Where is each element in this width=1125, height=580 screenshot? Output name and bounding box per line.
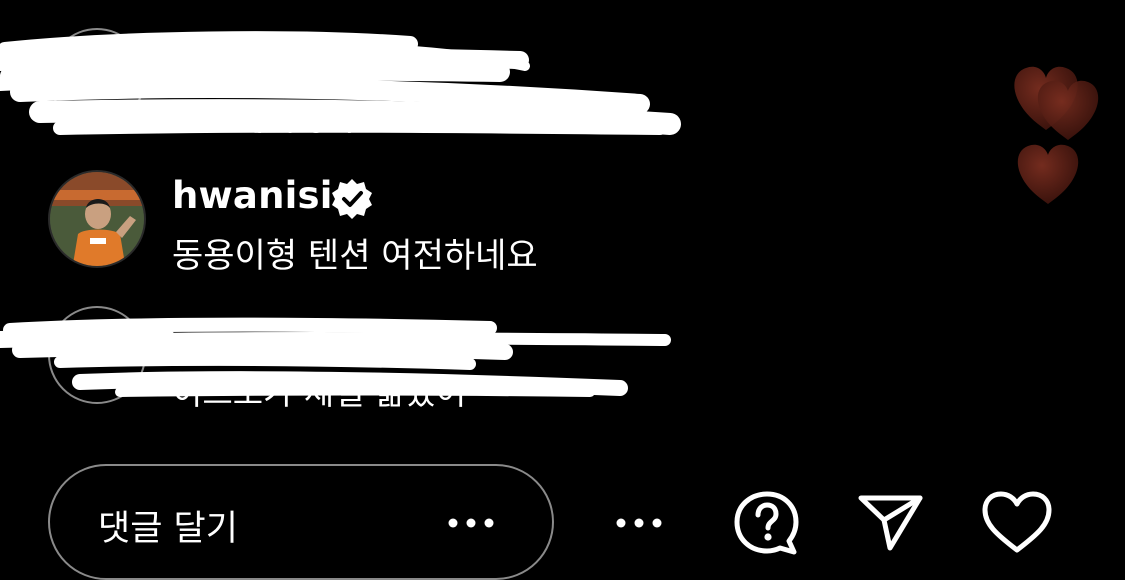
heart-icon[interactable] — [980, 490, 1054, 556]
redaction-scribble-top — [0, 31, 681, 135]
comment-username[interactable]: hwanisi — [172, 174, 333, 217]
verified-badge-icon — [332, 179, 372, 219]
comment-input[interactable]: 댓글 달기 — [48, 464, 554, 580]
more-icon[interactable] — [446, 508, 496, 538]
question-bubble-icon[interactable] — [732, 490, 802, 558]
comment-text: 동용이형 텐션 여전하네요 — [172, 236, 538, 276]
send-icon[interactable] — [856, 490, 926, 554]
redaction-scribble-bottom — [0, 317, 671, 397]
avatar-hwanisi[interactable] — [48, 170, 146, 268]
more-options-icon[interactable] — [614, 508, 664, 538]
comment-input-placeholder: 댓글 달기 — [98, 509, 238, 549]
profile-photo — [50, 172, 144, 266]
reaction-hearts — [1014, 66, 1099, 204]
